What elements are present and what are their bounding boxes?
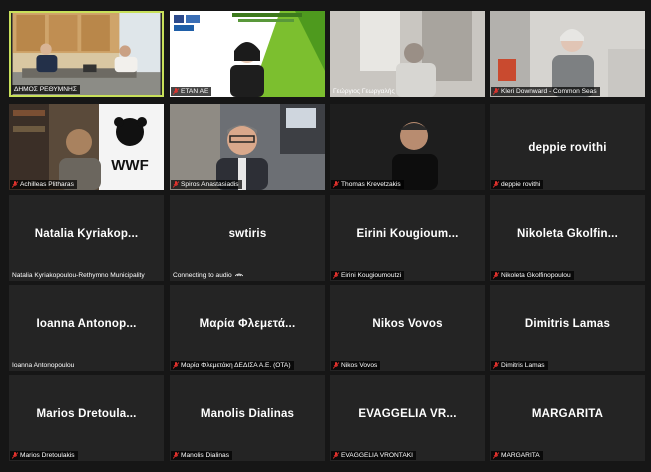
participant-name-label: deppie rovithi xyxy=(491,180,544,189)
participant-name-label: Achilleas Plitharas xyxy=(10,180,77,189)
participant-name-label: Dimitris Lamas xyxy=(491,361,548,370)
participant-tile[interactable]: Ioanna Antonop... Ioanna Antonopoulou xyxy=(9,285,164,371)
participant-name-label: Natalia Kyriakopoulou-Rethymno Municipal… xyxy=(10,271,148,280)
muted-microphone-icon xyxy=(172,88,180,95)
participant-display-name: Nikoleta Gkolfin... xyxy=(517,228,618,240)
participant-name: Marios Dretoulakis xyxy=(20,452,75,459)
participant-name: Nikos Vovos xyxy=(341,362,378,369)
participant-name-label: Kleri Downward - Common Seas xyxy=(491,87,600,96)
participant-name-label: Eirini Kougioumoutzi xyxy=(331,271,405,280)
participant-video xyxy=(490,11,645,97)
participant-name: MARGARITA xyxy=(501,452,540,459)
participant-name: Kleri Downward - Common Seas xyxy=(501,88,597,95)
muted-microphone-icon xyxy=(492,362,500,369)
participant-display-name: Dimitris Lamas xyxy=(524,318,611,330)
participant-tile[interactable]: Γεώργιος Γεωργαλής xyxy=(330,11,485,97)
participant-name-label: MARGARITA xyxy=(491,451,543,460)
participant-display-name: Ioanna Antonop... xyxy=(36,318,137,330)
participant-tile[interactable]: EVAGGELIA VR... EVAGGELIA VRONTAKI xyxy=(330,375,485,461)
participant-display-name: Manolis Dialinas xyxy=(200,408,295,420)
participant-tile[interactable]: Thomas Krevetzakis xyxy=(330,104,485,190)
participant-name: Μαρία Φλεμετάκη ΔΕΔΙΣΑ Α.Ε. (ΟΤΑ) xyxy=(181,362,291,369)
participant-display-name: deppie rovithi xyxy=(528,142,607,154)
participant-name: Thomas Krevetzakis xyxy=(341,181,401,188)
participant-video xyxy=(170,11,325,97)
participant-tile[interactable]: swtiris Connecting to audio xyxy=(170,195,325,281)
participant-tile[interactable]: ΔΗΜΟΣ ΡΕΘΥΜΝΗΣ xyxy=(9,11,164,97)
participant-name: Nikoleta Gkolfinopoulou xyxy=(501,272,571,279)
muted-microphone-icon xyxy=(332,452,340,459)
participant-name: Dimitris Lamas xyxy=(501,362,545,369)
participant-tile[interactable]: Nikoleta Gkolfin... Nikoleta Gkolfinopou… xyxy=(490,195,645,281)
participant-name-label: Μαρία Φλεμετάκη ΔΕΔΙΣΑ Α.Ε. (ΟΤΑ) xyxy=(171,361,294,370)
participant-tile[interactable]: deppie rovithi deppie rovithi xyxy=(490,104,645,190)
participant-name-label: Nikoleta Gkolfinopoulou xyxy=(491,271,574,280)
participant-name-label: Nikos Vovos xyxy=(331,361,381,370)
participant-tile[interactable]: Marios Dretoula... Marios Dretoulakis xyxy=(9,375,164,461)
participant-display-name: EVAGGELIA VR... xyxy=(358,408,457,420)
muted-microphone-icon xyxy=(11,181,19,188)
muted-microphone-icon xyxy=(492,181,500,188)
participant-name-label: EVAGGELIA VRONTAKI xyxy=(331,451,416,460)
participant-tile[interactable]: Natalia Kyriakop... Natalia Kyriakopoulo… xyxy=(9,195,164,281)
participant-tile[interactable]: Μαρία Φλεμετά... Μαρία Φλεμετάκη ΔΕΔΙΣΑ … xyxy=(170,285,325,371)
participant-video: WWF xyxy=(9,104,164,190)
participant-name-label: Manolis Dialinas xyxy=(171,451,233,460)
participant-name: ΔΗΜΟΣ ΡΕΘΥΜΝΗΣ xyxy=(14,86,77,93)
wwf-logo-text: WWF xyxy=(111,157,148,174)
participant-tile[interactable]: Nikos Vovos Nikos Vovos xyxy=(330,285,485,371)
participant-name-label: ΔΗΜΟΣ ΡΕΘΥΜΝΗΣ xyxy=(12,85,80,94)
participant-tile[interactable]: Dimitris Lamas Dimitris Lamas xyxy=(490,285,645,371)
participant-name-label: Connecting to audio xyxy=(171,271,246,280)
participant-name: ΕΤΑΝ ΑΕ xyxy=(181,88,209,95)
participant-name: Spiros Anastasiadis xyxy=(181,181,239,188)
participant-video xyxy=(170,104,325,190)
participant-display-name: MARGARITA xyxy=(531,408,604,420)
participant-tile[interactable]: WWF Achilleas Plitharas xyxy=(9,104,164,190)
participant-name: deppie rovithi xyxy=(501,181,541,188)
muted-microphone-icon xyxy=(492,88,500,95)
participant-tile[interactable]: Kleri Downward - Common Seas xyxy=(490,11,645,97)
participant-display-name: Eirini Kougioum... xyxy=(356,228,459,240)
participant-display-name: Μαρία Φλεμετά... xyxy=(199,318,296,330)
muted-microphone-icon xyxy=(332,272,340,279)
muted-microphone-icon xyxy=(172,362,180,369)
participant-display-name: swtiris xyxy=(228,228,267,240)
participant-video xyxy=(330,104,485,190)
participant-tile[interactable]: ΕΤΑΝ ΑΕ xyxy=(170,11,325,97)
participant-name-label: Thomas Krevetzakis xyxy=(331,180,404,189)
connecting-status: Connecting to audio xyxy=(173,272,232,279)
muted-microphone-icon xyxy=(172,452,180,459)
participant-name-label: Spiros Anastasiadis xyxy=(171,180,242,189)
participant-name-label: Ioanna Antonopoulou xyxy=(10,361,77,370)
muted-microphone-icon xyxy=(492,272,500,279)
participant-name: Ioanna Antonopoulou xyxy=(12,362,75,369)
muted-microphone-icon xyxy=(492,452,500,459)
participant-name: EVAGGELIA VRONTAKI xyxy=(341,452,413,459)
participant-name-label: Marios Dretoulakis xyxy=(10,451,78,460)
participant-display-name: Natalia Kyriakop... xyxy=(34,228,139,240)
participant-name-label: Γεώργιος Γεωργαλής xyxy=(331,87,398,96)
participant-tile[interactable]: Manolis Dialinas Manolis Dialinas xyxy=(170,375,325,461)
participant-name: Natalia Kyriakopoulou-Rethymno Municipal… xyxy=(12,272,145,279)
muted-microphone-icon xyxy=(172,181,180,188)
participant-display-name: Marios Dretoula... xyxy=(36,408,137,420)
participant-tile[interactable]: Eirini Kougioum... Eirini Kougioumoutzi xyxy=(330,195,485,281)
participant-video xyxy=(12,13,161,95)
muted-microphone-icon xyxy=(332,181,340,188)
participant-name-label: ΕΤΑΝ ΑΕ xyxy=(171,87,212,96)
muted-microphone-icon xyxy=(11,452,19,459)
participant-tile[interactable]: MARGARITA MARGARITA xyxy=(490,375,645,461)
participant-name: Achilleas Plitharas xyxy=(20,181,74,188)
participant-name: Eirini Kougioumoutzi xyxy=(341,272,402,279)
muted-microphone-icon xyxy=(332,362,340,369)
participant-name: Manolis Dialinas xyxy=(181,452,230,459)
connecting-signal-icon xyxy=(234,271,243,280)
participant-name: Γεώργιος Γεωργαλής xyxy=(333,88,395,95)
participant-display-name: Nikos Vovos xyxy=(372,318,443,330)
participant-tile[interactable]: Spiros Anastasiadis xyxy=(170,104,325,190)
participant-video xyxy=(330,11,485,97)
video-grid: ΔΗΜΟΣ ΡΕΘΥΜΝΗΣ ΕΤΑΝ ΑΕ Γεώργιος Γεωργαλή… xyxy=(0,0,651,472)
